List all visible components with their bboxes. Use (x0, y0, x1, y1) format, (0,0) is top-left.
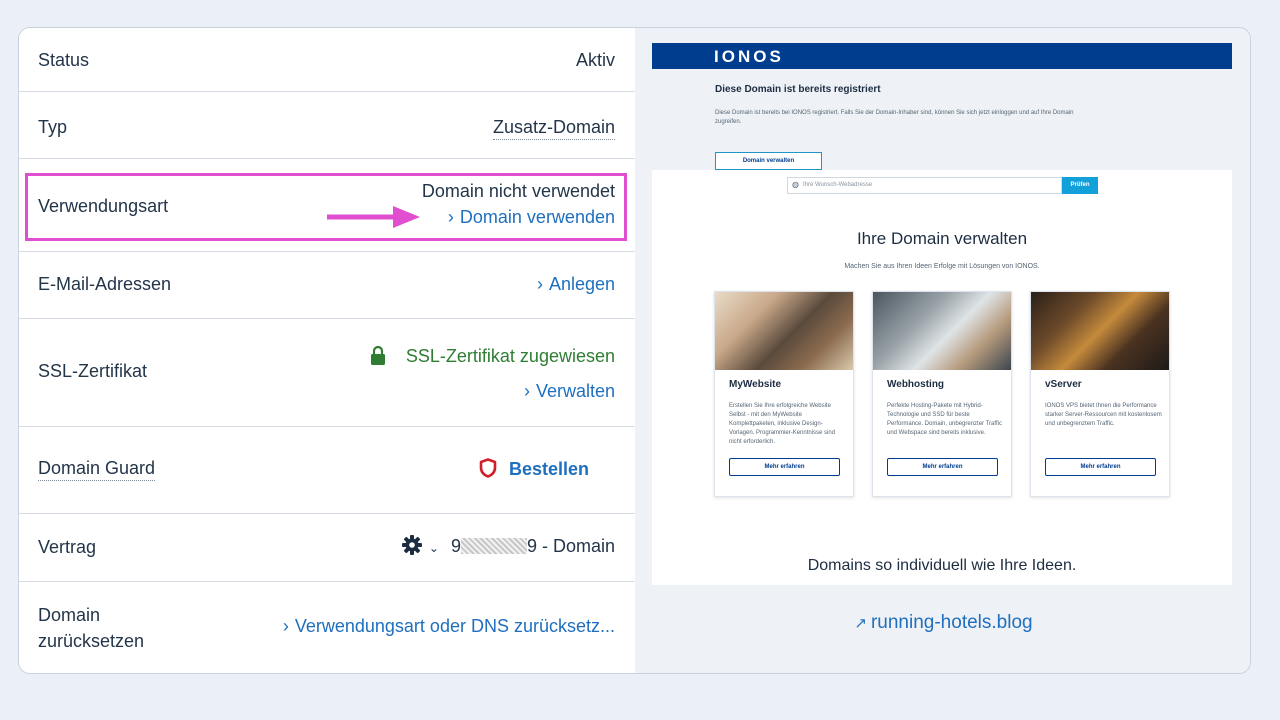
vserver-card: vServer IONOS VPS bietet Ihnen die Perfo… (1030, 291, 1170, 497)
domain-details-card: Status Aktiv Typ Zusatz-Domain Verwendun… (18, 27, 1251, 674)
vserver-title: vServer (1045, 379, 1082, 390)
preview-heading: Ihre Domain verwalten (856, 229, 1028, 248)
domain-link-label: running-hotels.blog (870, 612, 1033, 633)
ionos-header-bar: IONOS (652, 43, 1232, 69)
row-status: Status Aktiv (19, 28, 635, 92)
typ-label: Typ (38, 117, 68, 137)
webhosting-more-button[interactable]: Mehr erfahren (887, 458, 998, 476)
domain-reset-label-line1: Domain (38, 605, 101, 625)
domain-details-list: Status Aktiv Typ Zusatz-Domain Verwendun… (19, 28, 635, 673)
vserver-more-button[interactable]: Mehr erfahren (1045, 458, 1156, 476)
vertrag-id-end: 9 - Domain (526, 536, 615, 556)
status-value: Aktiv (575, 50, 615, 70)
domain-verwalten-button[interactable]: Domain verwalten (715, 152, 822, 170)
chevron-right-icon: › (523, 381, 530, 401)
mywebsite-more-button[interactable]: Mehr erfahren (729, 458, 840, 476)
registered-text: Diese Domain ist bereits bei IONOS regis… (715, 110, 1074, 125)
search-input[interactable]: ◍ Ihre Wunsch-Webadresse (787, 177, 1062, 194)
verwalten-label: Verwalten (535, 381, 615, 401)
vertrag-label: Vertrag (38, 537, 97, 557)
domain-external-link[interactable]: ↗ running-hotels.blog (635, 612, 1250, 634)
domain-reset-label: Domain zurücksetzen (38, 602, 144, 654)
anlegen-label: Anlegen (548, 274, 615, 294)
chevron-right-icon: › (282, 616, 289, 636)
bestellen-link[interactable]: Bestellen (479, 458, 589, 480)
vserver-photo (1031, 292, 1169, 370)
search-bar: ◍ Ihre Wunsch-Webadresse Prüfen (787, 177, 1098, 194)
row-ssl: SSL-Zertifikat SSL-Zertifikat zugewiesen… (19, 319, 635, 427)
bestellen-label: Bestellen (508, 459, 589, 479)
registered-title: Diese Domain ist bereits registriert (715, 84, 881, 95)
mywebsite-desc: Erstellen Sie Ihre erfolgreiche Website … (729, 403, 836, 445)
row-domain-reset: Domain zurücksetzen › Verwendungsart oder … (19, 582, 635, 673)
website-screenshot[interactable]: IONOS Diese Domain ist bereits registrie… (652, 43, 1232, 585)
chevron-right-icon: › (536, 274, 543, 294)
anlegen-link[interactable]: › Anlegen (537, 274, 615, 295)
row-domain-guard: Domain Guard Bestellen (19, 427, 635, 514)
reset-link[interactable]: › Verwendungsart oder DNS zurücksetz... (283, 616, 615, 637)
lock-icon (370, 345, 385, 365)
ionos-logo: IONOS (714, 47, 784, 66)
ssl-status-label: SSL-Zertifikat zugewiesen (405, 346, 615, 366)
reset-link-label: Verwendungsart oder DNS zurücksetz... (294, 616, 615, 636)
preview-subheading: Machen Sie aus Ihren Ideen Erfolge mit L… (844, 263, 1040, 270)
row-typ: Typ Zusatz-Domain (19, 92, 635, 159)
webhosting-card: Webhosting Perfekte Hosting-Pakete mit H… (872, 291, 1012, 497)
row-email: E-Mail-Adressen › Anlegen (19, 252, 635, 319)
chevron-down-icon[interactable]: ⌄ (429, 541, 439, 555)
vertrag-id-start: 9 (450, 536, 461, 556)
arrow-right-icon (327, 206, 420, 228)
row-vertrag: Vertrag ⌄ 9 9 - Domain (19, 514, 635, 582)
webhosting-title: Webhosting (887, 379, 945, 390)
webhosting-photo (873, 292, 1011, 370)
search-placeholder: Ihre Wunsch-Webadresse (803, 182, 873, 188)
preview-footer-heading: Domains so individuell wie Ihre Ideen. (807, 557, 1077, 574)
vserver-desc: IONOS VPS bietet Ihnen die Performance s… (1045, 403, 1162, 427)
email-label: E-Mail-Adressen (38, 274, 172, 294)
external-link-icon: ↗ (854, 615, 867, 632)
verwalten-link[interactable]: › Verwalten (524, 381, 615, 402)
domain-reset-label-line2: zurücksetzen (38, 631, 145, 651)
registered-notice: Diese Domain ist bereits registriert Die… (652, 69, 1232, 170)
globe-icon: ◍ (792, 180, 799, 189)
ssl-status: SSL-Zertifikat zugewiesen (370, 345, 615, 367)
domain-guard-label[interactable]: Domain Guard (38, 458, 156, 481)
redacted-block (460, 538, 527, 554)
webhosting-desc: Perfekte Hosting-Pakete mit Hybrid-Techn… (887, 403, 1002, 436)
mywebsite-photo (715, 292, 853, 370)
mywebsite-title: MyWebsite (729, 379, 782, 390)
status-label: Status (38, 50, 90, 70)
mywebsite-card: MyWebsite Erstellen Sie Ihre erfolgreich… (714, 291, 854, 497)
vertrag-value: ⌄ 9 9 - Domain (401, 535, 615, 557)
shield-icon (479, 458, 497, 478)
search-button[interactable]: Prüfen (1062, 177, 1098, 194)
ssl-label: SSL-Zertifikat (38, 361, 148, 381)
gear-icon[interactable] (401, 535, 422, 555)
typ-value[interactable]: Zusatz-Domain (492, 117, 615, 140)
row-verwendungsart: Verwendungsart Domain nicht verwendet › D… (19, 159, 635, 252)
website-preview-panel: IONOS Diese Domain ist bereits registrie… (635, 28, 1250, 673)
